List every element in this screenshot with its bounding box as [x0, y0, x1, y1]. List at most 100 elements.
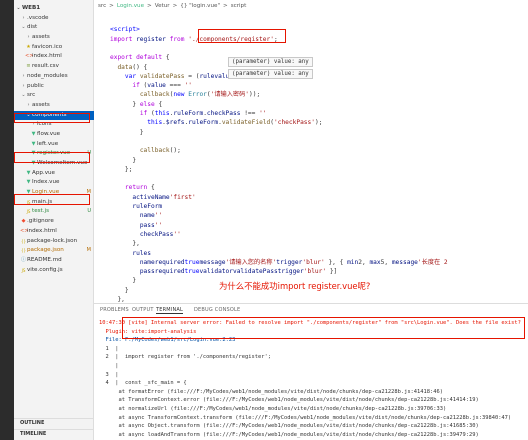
breadcrumb-item[interactable]: Login.vue: [117, 3, 144, 9]
js-file-icon: JS: [21, 267, 26, 273]
tree-item-label: README.md: [27, 256, 62, 263]
tree-item[interactable]: ⓘ README.md: [14, 256, 94, 266]
tree-item[interactable]: › node_modules: [14, 72, 94, 82]
js-file-icon: JS: [26, 209, 31, 215]
file-tree: ⌄ WEB1 › .vscode ⌄ dist › assets ★ favicon.ico <…: [14, 4, 94, 275]
tree-item-label: index.html: [27, 227, 57, 234]
tree-item[interactable]: ▼ flow.vue: [14, 130, 94, 140]
tree-item-label: test.js: [32, 208, 49, 215]
tree-item-label: .vscode: [27, 14, 49, 21]
tree-item[interactable]: › icons: [14, 120, 94, 130]
tree-item[interactable]: <> index.html: [14, 52, 94, 62]
code-token: {: [165, 54, 170, 62]
breadcrumb-separator: >: [109, 3, 114, 9]
code-token: '请输入密码': [210, 91, 250, 99]
tree-item-label: .gitignore: [27, 218, 54, 225]
chevron-down-icon: ⌄: [21, 92, 26, 99]
code-token: 'checkPass': [274, 119, 315, 127]
tab-terminal[interactable]: TERMINAL: [156, 307, 184, 314]
timeline-label: TIMELINE: [20, 431, 47, 437]
tree-item[interactable]: ◆ .gitignore: [14, 217, 94, 227]
terminal-line: at formatError (file:///F:/MyCodes/web1/…: [99, 388, 444, 395]
explorer-root[interactable]: ⌄ WEB1: [14, 4, 94, 14]
tree-item[interactable]: {} package.json M: [14, 246, 94, 256]
git-file-icon: ◆: [21, 218, 26, 225]
tree-item[interactable]: {} package-lock.json: [14, 237, 94, 247]
tree-item[interactable]: › assets: [14, 101, 94, 111]
tree-item[interactable]: JS test.js U: [14, 207, 94, 217]
tree-item[interactable]: ⌄ dist: [14, 23, 94, 33]
chevron-right-icon: ›: [27, 101, 30, 108]
timeline-section[interactable]: TIMELINE: [14, 429, 94, 438]
breadcrumb-item[interactable]: script: [231, 3, 247, 9]
code-token: }: [110, 100, 140, 108]
tree-item[interactable]: JS vite.config.js: [14, 266, 94, 276]
git-status-badge: M: [86, 247, 91, 254]
tree-item[interactable]: ▼ WelcomeItem.vue: [14, 159, 94, 169]
code-token: validatePass: [232, 268, 278, 276]
tree-item-label: components: [32, 111, 67, 118]
tab-problems[interactable]: PROBLEMS: [100, 307, 129, 313]
vue-file-icon: ▼: [31, 160, 36, 166]
code-line: callback();: [110, 146, 181, 155]
tree-item-label: index.html: [32, 53, 62, 60]
code-token: '': [259, 110, 267, 117]
code-token: default: [136, 54, 166, 62]
code-line: <script>: [110, 25, 140, 34]
tree-item-label: favicon.ico: [32, 43, 63, 50]
code-token: }: [110, 156, 137, 164]
code-token: },: [110, 296, 125, 303]
code-token: rules: [132, 249, 151, 257]
tree-item[interactable]: › .vscode: [14, 14, 94, 24]
code-token: '': [184, 82, 192, 90]
code-line: activeName'first': [110, 193, 196, 202]
outline-section[interactable]: OUTLINE: [14, 418, 94, 427]
tab-debug-console[interactable]: DEBUG CONSOLE: [194, 307, 240, 313]
tree-item[interactable]: ★ favicon.ico: [14, 43, 94, 53]
terminal-line: 4 | const _sfc_main = {: [99, 380, 187, 387]
code-token: = (: [188, 72, 200, 80]
tree-item[interactable]: ▼ left.vue: [14, 140, 94, 150]
code-token: if: [132, 82, 144, 90]
chevron-right-icon: ›: [32, 121, 35, 128]
code-token: '请输入您的名称': [225, 258, 277, 266]
tree-item[interactable]: ▼ App.vue: [14, 169, 94, 179]
tree-item-label: src: [27, 92, 36, 99]
tree-item[interactable]: ≡ result.csv: [14, 62, 94, 72]
tree-item[interactable]: ▼ register.vue U: [14, 149, 94, 159]
breadcrumb-item[interactable]: Vetur: [155, 3, 170, 9]
activity-bar: [0, 0, 14, 440]
code-line: pass'': [110, 221, 162, 230]
tree-item-label: icons: [37, 121, 52, 128]
breadcrumb-item[interactable]: src: [98, 3, 106, 9]
json-file-icon: {}: [20, 248, 27, 254]
tree-item[interactable]: ▼ Index.vue: [14, 178, 94, 188]
breadcrumb-item[interactable]: {} "login.vue": [180, 3, 220, 9]
tree-item[interactable]: › public: [14, 82, 94, 92]
code-token: 'blur': [302, 258, 329, 266]
tree-item-label: public: [27, 82, 44, 89]
tab-output[interactable]: OUTPUT: [132, 307, 154, 313]
tree-item[interactable]: ▼ Login.vue M: [14, 188, 94, 198]
code-line: }: [110, 276, 136, 285]
tree-item[interactable]: ⌄ src: [14, 91, 94, 101]
code-token: }: [110, 128, 144, 136]
tree-item[interactable]: ⌄ components: [14, 110, 94, 121]
tree-item[interactable]: › assets: [14, 33, 94, 43]
code-line: ruleForm: [110, 202, 162, 211]
tree-item-label: main.js: [32, 198, 53, 205]
code-token: max: [369, 258, 381, 266]
vue-file-icon: ▼: [26, 179, 31, 186]
code-token: message: [391, 258, 418, 266]
code-token: 'first': [169, 193, 196, 201]
tree-item-label: Login.vue: [32, 189, 60, 196]
tree-item[interactable]: JS main.js: [14, 198, 94, 208]
code-token: trigger: [276, 258, 303, 266]
code-token: message: [199, 258, 226, 266]
code-editor[interactable]: }, } } passrequiredtruevalidatorvalidate…: [94, 13, 528, 303]
code-line: export default {: [110, 53, 170, 62]
tree-item[interactable]: <> index.html: [14, 227, 94, 237]
